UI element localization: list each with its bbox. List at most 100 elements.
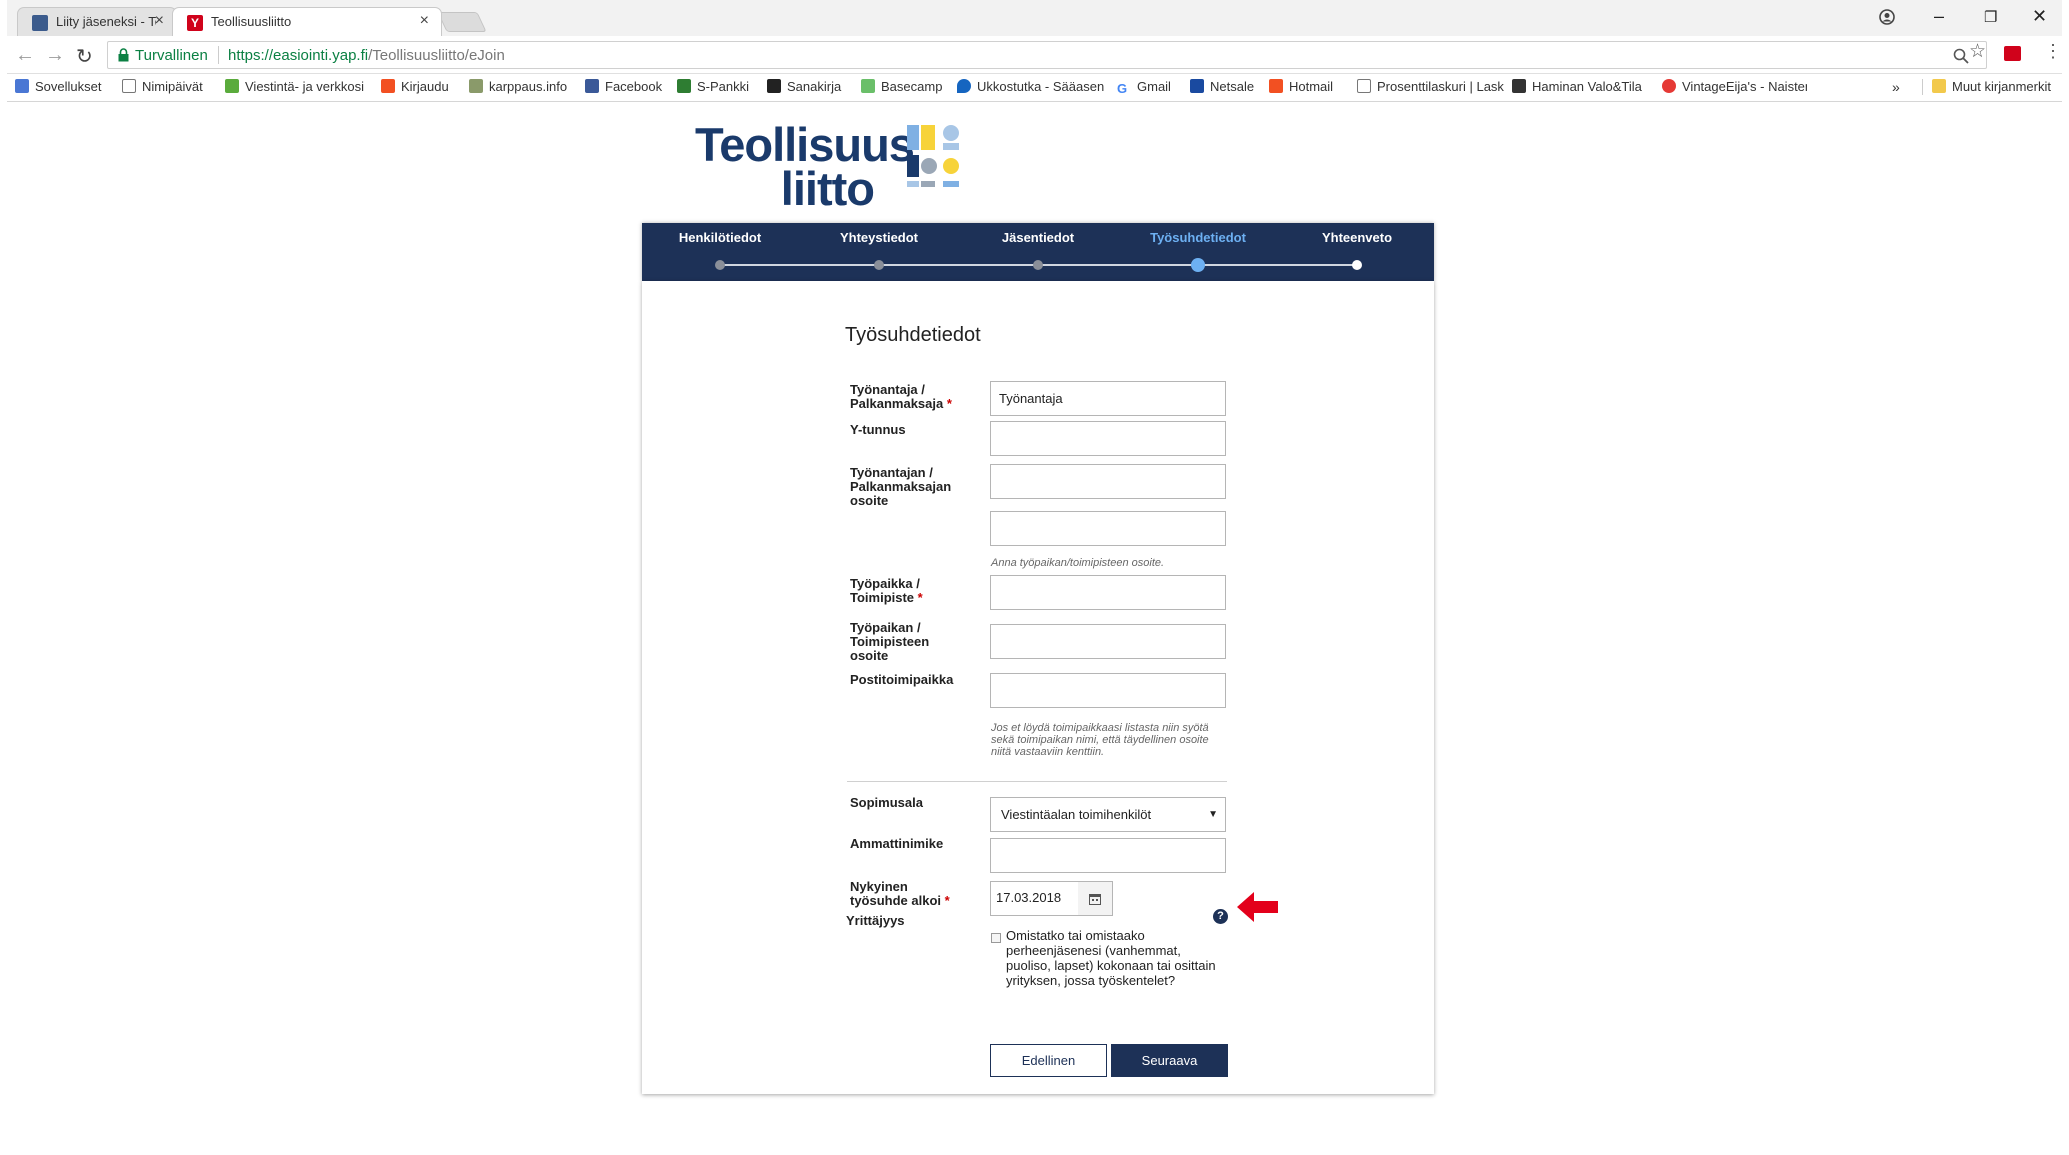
sanakirja-icon — [767, 79, 781, 93]
bookmarks-overflow-button[interactable]: » — [1892, 79, 1900, 95]
step-dot — [715, 260, 725, 270]
workplace-address-input[interactable] — [990, 624, 1226, 659]
step-henkilotiedot[interactable]: Henkilötiedot — [679, 230, 761, 245]
menu-icon[interactable]: ⋮ — [2044, 41, 2062, 62]
step-dot — [1352, 260, 1362, 270]
bookmark-label: Ukkostutka - Sääasen — [977, 79, 1105, 94]
bookmark-item[interactable]: Nimipäivät — [122, 79, 203, 94]
omnibox-separator — [218, 46, 219, 64]
job-title-input[interactable] — [990, 838, 1226, 873]
next-button[interactable]: Seuraava — [1111, 1044, 1228, 1077]
extension-icon[interactable] — [2004, 46, 2021, 61]
close-window-icon[interactable]: ✕ — [2032, 6, 2047, 27]
workplace-address-label: Työpaikan / Toimipisteen osoite — [850, 620, 930, 663]
bookmark-item[interactable]: Facebook — [585, 79, 662, 94]
step-dot — [1033, 260, 1043, 270]
step-dot — [874, 260, 884, 270]
bookmark-item[interactable]: Basecamp — [861, 79, 942, 94]
s-pankki-icon — [677, 79, 691, 93]
page-icon — [1357, 79, 1371, 93]
employer-address-input[interactable] — [990, 464, 1226, 499]
page-content: Teollisuus liitto Henkilötiedot Yhteysti… — [7, 103, 2062, 1155]
employer-address-input-2[interactable] — [990, 511, 1226, 546]
bookmark-label: Sovellukset — [35, 79, 102, 94]
required-marker: * — [944, 893, 950, 908]
bookmark-item[interactable]: S-Pankki — [677, 79, 749, 94]
bookmark-item[interactable]: Haminan Valo&Tila — [1512, 79, 1642, 94]
forward-icon[interactable]: → — [45, 44, 65, 67]
workplace-label: Työpaikka / Toimipiste * — [850, 577, 930, 605]
bookmark-item[interactable]: Hotmail — [1269, 79, 1333, 94]
job-title-label: Ammattinimike — [850, 836, 944, 851]
minimize-icon[interactable]: – — [1934, 6, 1944, 27]
section-divider — [847, 781, 1227, 782]
bookmark-item[interactable]: VintageEija's - Naisten — [1662, 79, 1807, 94]
google-icon: G — [1117, 82, 1131, 96]
bookmark-apps[interactable]: Sovellukset — [15, 79, 101, 94]
haminan-icon — [1512, 79, 1526, 93]
logo-mark-icon — [907, 125, 959, 187]
annotation-arrow-icon — [1237, 892, 1278, 922]
url-path: /Teollisuusliitto/eJoin — [368, 47, 505, 64]
bookmarks-separator — [1922, 79, 1923, 95]
step-tyosuhdetiedot[interactable]: Työsuhdetiedot — [1150, 230, 1246, 245]
bookmark-item[interactable]: Sanakirja — [767, 79, 841, 94]
start-date-input[interactable]: 17.03.2018 — [990, 881, 1079, 916]
secure-label: Turvallinen — [135, 47, 208, 64]
bookmark-item[interactable]: Netsale — [1190, 79, 1254, 94]
step-yhteenveto[interactable]: Yhteenveto — [1322, 230, 1392, 245]
form-title: Työsuhdetiedot — [845, 324, 981, 346]
workplace-hint: Jos et löydä toimipaikkaasi listasta nii… — [991, 722, 1209, 758]
bookmark-label: Facebook — [605, 79, 663, 94]
address-bar[interactable]: Turvallinen https://easiointi.yap.fi/Teo… — [107, 41, 1987, 69]
step-jasentiedot[interactable]: Jäsentiedot — [1002, 230, 1074, 245]
employer-label-text: Työnantaja / Palkanmaksaja — [850, 382, 944, 411]
back-icon[interactable]: ← — [15, 44, 35, 67]
bookmark-item[interactable]: G Gmail — [1117, 79, 1171, 96]
agreement-select[interactable]: Viestintäalan toimihenkilöt ▼ — [990, 797, 1226, 832]
ytunnus-input[interactable] — [990, 421, 1226, 456]
bookmark-label: Hotmail — [1289, 79, 1334, 94]
chevron-down-icon: ▼ — [1208, 809, 1218, 820]
bookmark-item[interactable]: Prosenttilaskuri | Lask — [1357, 79, 1507, 94]
bookmark-label: Haminan Valo&Tila — [1532, 79, 1642, 94]
ukkostutka-icon — [957, 79, 971, 93]
employer-input[interactable]: Työnantaja — [990, 381, 1226, 416]
zoom-icon[interactable] — [1953, 48, 1969, 64]
postal-input[interactable] — [990, 673, 1226, 708]
bookmark-label: Prosenttilaskuri | Lask — [1377, 79, 1504, 94]
previous-button[interactable]: Edellinen — [990, 1044, 1107, 1077]
bookmark-label: S-Pankki — [697, 79, 750, 94]
bookmark-item[interactable]: Kirjaudu — [381, 79, 449, 94]
ownership-checkbox[interactable] — [991, 933, 1001, 943]
tab-close-icon[interactable]: × — [420, 12, 429, 30]
other-bookmarks[interactable]: Muut kirjanmerkit — [1932, 79, 2051, 94]
tab-teollisuusliitto[interactable]: Y Teollisuusliitto × — [172, 7, 442, 36]
logo-line-2: liitto — [780, 162, 875, 215]
bookmark-item[interactable]: karppaus.info — [469, 79, 567, 94]
tab-close-icon[interactable]: × — [155, 12, 164, 30]
calendar-button[interactable] — [1078, 881, 1113, 916]
employer-address-hint: Anna työpaikan/toimipisteen osoite. — [991, 557, 1165, 569]
logo[interactable]: Teollisuus liitto — [695, 121, 915, 215]
bookmark-item[interactable]: Viestintä- ja verkkosi — [225, 79, 375, 94]
calendar-icon — [1089, 894, 1101, 905]
help-icon[interactable]: ? — [1213, 909, 1228, 924]
bookmark-label: Sanakirja — [787, 79, 842, 94]
folder-icon — [1932, 79, 1946, 93]
new-tab-button[interactable] — [437, 12, 487, 32]
star-icon[interactable]: ☆ — [1969, 40, 1986, 63]
bookmark-label: Netsale — [1210, 79, 1255, 94]
reload-icon[interactable]: ↻ — [76, 44, 93, 69]
employer-label: Työnantaja / Palkanmaksaja * — [850, 383, 980, 411]
bookmark-item[interactable]: Ukkostutka - Sääasen — [957, 79, 1107, 94]
tab-liity-jaseneksi[interactable]: Liity jäseneksi - Teollisuu × — [17, 7, 177, 36]
bookmark-label: karppaus.info — [489, 79, 568, 94]
bookmark-label: Nimipäivät — [142, 79, 203, 94]
workplace-input[interactable] — [990, 575, 1226, 610]
restore-icon[interactable]: ❐ — [1984, 8, 1997, 26]
profile-icon[interactable] — [1879, 9, 1895, 25]
required-marker: * — [946, 396, 952, 411]
step-yhteystiedot[interactable]: Yhteystiedot — [840, 230, 918, 245]
ownership-checkbox-label[interactable]: Omistatko tai omistaako perheenjäsenesi … — [1006, 928, 1221, 988]
